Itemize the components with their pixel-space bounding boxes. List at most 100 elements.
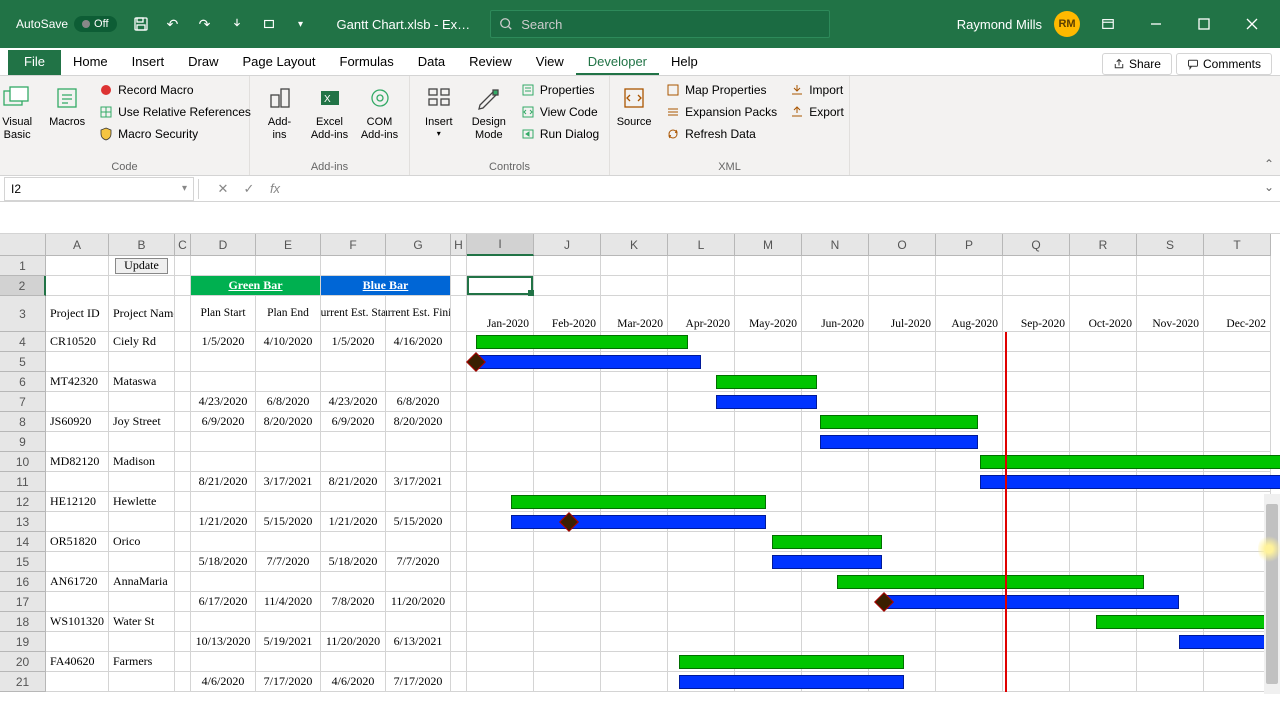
expansion-packs-button[interactable]: Expansion Packs (661, 102, 781, 122)
row-header-13[interactable]: 13 (0, 512, 46, 532)
maximize-icon[interactable] (1184, 8, 1224, 40)
worksheet[interactable]: ABCDEFGHIJKLMNOPQRST 1234567891011121314… (0, 234, 1280, 694)
source-button[interactable]: Source (611, 80, 657, 131)
tab-developer[interactable]: Developer (576, 50, 659, 75)
tab-page-layout[interactable]: Page Layout (231, 50, 328, 75)
column-header-B[interactable]: B (109, 234, 175, 256)
row-header-15[interactable]: 15 (0, 552, 46, 572)
qat-customize-icon[interactable]: ▾ (285, 8, 317, 40)
tab-insert[interactable]: Insert (120, 50, 177, 75)
row-header-17[interactable]: 17 (0, 592, 46, 612)
macro-security-button[interactable]: Macro Security (94, 124, 255, 144)
com-addins-button[interactable]: COM Add-ins (357, 80, 403, 144)
column-header-H[interactable]: H (451, 234, 467, 256)
row-header-1[interactable]: 1 (0, 256, 46, 276)
refresh-data-button[interactable]: Refresh Data (661, 124, 781, 144)
tab-file[interactable]: File (8, 50, 61, 75)
update-button[interactable]: Update (115, 258, 168, 274)
row-header-19[interactable]: 19 (0, 632, 46, 652)
row-header-21[interactable]: 21 (0, 672, 46, 692)
tab-help[interactable]: Help (659, 50, 710, 75)
column-header-O[interactable]: O (869, 234, 936, 256)
column-header-C[interactable]: C (175, 234, 191, 256)
record-macro-button[interactable]: Record Macro (94, 80, 255, 100)
row-header-9[interactable]: 9 (0, 432, 46, 452)
view-code-button[interactable]: View Code (516, 102, 603, 122)
tab-formulas[interactable]: Formulas (328, 50, 406, 75)
map-properties-button[interactable]: Map Properties (661, 80, 781, 100)
row-header-8[interactable]: 8 (0, 412, 46, 432)
user-name[interactable]: Raymond Mills (957, 17, 1042, 32)
scroll-thumb[interactable] (1266, 504, 1278, 684)
column-header-D[interactable]: D (191, 234, 256, 256)
run-dialog-button[interactable]: Run Dialog (516, 124, 603, 144)
column-header-A[interactable]: A (46, 234, 109, 256)
fx-icon[interactable]: fx (265, 179, 285, 199)
column-header-E[interactable]: E (256, 234, 321, 256)
row-header-6[interactable]: 6 (0, 372, 46, 392)
minimize-icon[interactable] (1136, 8, 1176, 40)
select-all-corner[interactable] (0, 234, 46, 256)
undo-icon[interactable]: ↶ (157, 8, 189, 40)
column-header-R[interactable]: R (1070, 234, 1137, 256)
macros-button[interactable]: Macros (44, 80, 90, 131)
insert-control-button[interactable]: Insert▾ (416, 80, 462, 141)
row-header-3[interactable]: 3 (0, 296, 46, 332)
column-header-N[interactable]: N (802, 234, 869, 256)
column-header-T[interactable]: T (1204, 234, 1271, 256)
grid[interactable]: UpdateGreen BarBlue BarProject IDProject… (46, 256, 1271, 692)
relative-refs-button[interactable]: Use Relative References (94, 102, 255, 122)
row-header-4[interactable]: 4 (0, 332, 46, 352)
design-mode-button[interactable]: Design Mode (466, 80, 512, 144)
touch-mode-icon[interactable] (221, 8, 253, 40)
avatar[interactable]: RM (1054, 11, 1080, 37)
search-input[interactable]: Search (490, 10, 830, 38)
properties-button[interactable]: Properties (516, 80, 603, 100)
save-icon[interactable] (125, 8, 157, 40)
tab-data[interactable]: Data (406, 50, 457, 75)
row-header-11[interactable]: 11 (0, 472, 46, 492)
tab-review[interactable]: Review (457, 50, 524, 75)
quick-access-icon[interactable] (253, 8, 285, 40)
expand-formula-icon[interactable]: ⌄ (1264, 180, 1274, 194)
column-header-S[interactable]: S (1137, 234, 1204, 256)
row-header-12[interactable]: 12 (0, 492, 46, 512)
enter-formula-icon[interactable]: ✓ (239, 179, 259, 199)
ribbon-display-icon[interactable] (1088, 8, 1128, 40)
column-header-G[interactable]: G (386, 234, 451, 256)
visual-basic-button[interactable]: Visual Basic (0, 80, 40, 144)
redo-icon[interactable]: ↷ (189, 8, 221, 40)
collapse-ribbon-icon[interactable]: ⌃ (1264, 157, 1274, 171)
share-button[interactable]: Share (1102, 53, 1172, 75)
name-box[interactable]: I2▾ (4, 177, 194, 201)
tab-draw[interactable]: Draw (176, 50, 230, 75)
row-header-7[interactable]: 7 (0, 392, 46, 412)
column-header-L[interactable]: L (668, 234, 735, 256)
column-header-P[interactable]: P (936, 234, 1003, 256)
column-header-I[interactable]: I (467, 234, 534, 256)
vertical-scrollbar[interactable] (1264, 494, 1280, 694)
column-header-Q[interactable]: Q (1003, 234, 1070, 256)
row-header-18[interactable]: 18 (0, 612, 46, 632)
cancel-formula-icon[interactable]: ✕ (213, 179, 233, 199)
column-header-F[interactable]: F (321, 234, 386, 256)
column-header-J[interactable]: J (534, 234, 601, 256)
import-button[interactable]: Import (785, 80, 848, 100)
row-header-10[interactable]: 10 (0, 452, 46, 472)
autosave-toggle[interactable]: AutoSave Off (8, 12, 125, 36)
tab-home[interactable]: Home (61, 50, 120, 75)
tab-view[interactable]: View (524, 50, 576, 75)
addins-button[interactable]: Add- ins (257, 80, 303, 144)
row-header-20[interactable]: 20 (0, 652, 46, 672)
comments-button[interactable]: Comments (1176, 53, 1272, 75)
excel-addins-button[interactable]: XExcel Add-ins (307, 80, 353, 144)
row-header-14[interactable]: 14 (0, 532, 46, 552)
formula-input[interactable] (295, 177, 1280, 201)
row-header-16[interactable]: 16 (0, 572, 46, 592)
row-header-5[interactable]: 5 (0, 352, 46, 372)
export-button[interactable]: Export (785, 102, 848, 122)
column-header-K[interactable]: K (601, 234, 668, 256)
close-icon[interactable] (1232, 8, 1272, 40)
row-header-2[interactable]: 2 (0, 276, 46, 296)
column-header-M[interactable]: M (735, 234, 802, 256)
